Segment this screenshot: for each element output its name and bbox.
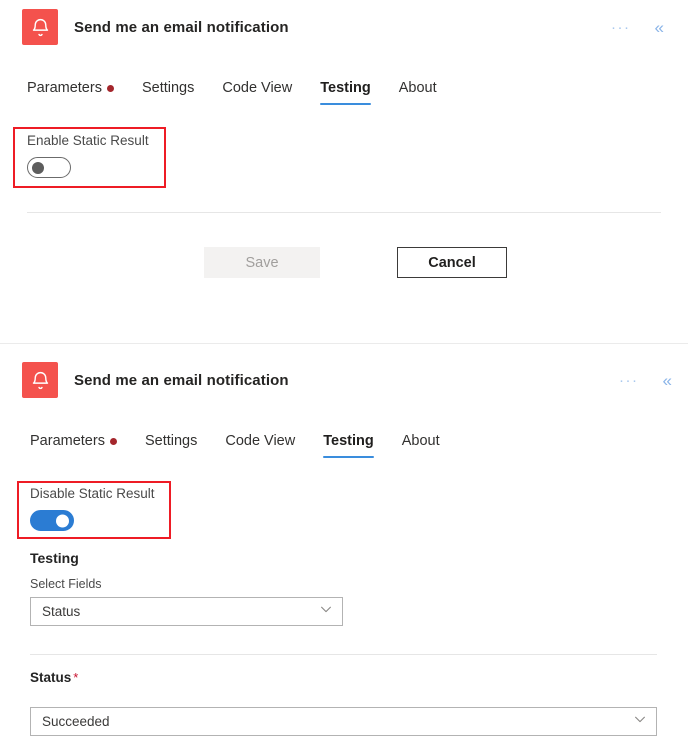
tab-settings[interactable]: Settings: [145, 433, 197, 458]
tab-code-view[interactable]: Code View: [225, 433, 295, 458]
chevron-down-icon: [319, 602, 333, 621]
tab-settings[interactable]: Settings: [142, 80, 194, 105]
panel-header-top: Send me an email notification ··· «: [22, 5, 666, 49]
static-result-block-bottom: Disable Static Result: [30, 486, 155, 531]
tab-code-view-label: Code View: [225, 433, 296, 449]
tab-settings-label: Settings: [144, 433, 198, 449]
status-field-label-group: Status *: [30, 670, 78, 685]
required-asterisk: *: [73, 670, 79, 685]
static-result-toggle[interactable]: [30, 510, 74, 531]
tab-parameters-dot-icon: [106, 84, 114, 92]
tab-testing-label: Testing: [323, 433, 374, 449]
status-dropdown[interactable]: Succeeded: [30, 707, 657, 736]
tab-testing[interactable]: Testing: [320, 80, 372, 105]
panel-separator: [0, 343, 688, 344]
testing-section-heading: Testing: [30, 550, 79, 566]
select-fields-label: Select Fields: [30, 577, 102, 591]
static-result-toggle[interactable]: [27, 157, 71, 178]
tab-parameters-label: Parameters: [30, 433, 105, 449]
tab-parameters-label: Parameters: [27, 80, 102, 96]
toggle-knob: [56, 514, 69, 527]
bell-icon: [22, 362, 58, 398]
header-actions-top: ··· «: [607, 17, 666, 38]
panel-header-bottom: Send me an email notification ··· «: [22, 358, 674, 402]
tab-parameters-dot-icon: [109, 437, 117, 445]
bell-icon: [22, 9, 58, 45]
chevron-down-icon: [633, 712, 647, 731]
tab-bar-bottom: Parameters Settings Code View Testing Ab…: [30, 433, 440, 458]
save-button[interactable]: Save: [204, 247, 320, 278]
more-options-icon[interactable]: ···: [615, 371, 643, 390]
tab-about[interactable]: About: [399, 80, 437, 105]
tab-parameters[interactable]: Parameters: [27, 80, 114, 105]
tab-about-label: About: [398, 80, 437, 96]
action-button-row: Save Cancel: [204, 247, 507, 278]
tab-testing[interactable]: Testing: [323, 433, 375, 458]
panel-title: Send me an email notification: [74, 371, 289, 389]
tab-bar-top: Parameters Settings Code View Testing Ab…: [27, 80, 437, 105]
static-result-label: Disable Static Result: [30, 486, 155, 501]
tab-code-view-label: Code View: [222, 80, 293, 96]
cancel-button[interactable]: Cancel: [397, 247, 507, 278]
section-divider-top: [27, 212, 661, 213]
collapse-chevron-icon[interactable]: «: [661, 370, 674, 391]
tab-settings-label: Settings: [141, 80, 195, 96]
tab-code-view[interactable]: Code View: [222, 80, 292, 105]
collapse-chevron-icon[interactable]: «: [653, 17, 666, 38]
status-label: Status: [30, 670, 72, 685]
toggle-knob: [32, 161, 44, 174]
section-divider-bottom: [30, 654, 657, 655]
tab-about-label: About: [401, 433, 440, 449]
status-value: Succeeded: [42, 714, 110, 729]
tab-about[interactable]: About: [402, 433, 440, 458]
select-fields-dropdown[interactable]: Status: [30, 597, 343, 626]
static-result-block-top: Enable Static Result: [27, 133, 149, 178]
panel-title: Send me an email notification: [74, 18, 289, 36]
header-actions-bottom: ··· «: [615, 370, 674, 391]
static-result-label: Enable Static Result: [27, 133, 149, 148]
tab-testing-label: Testing: [320, 80, 371, 96]
tab-parameters[interactable]: Parameters: [30, 433, 117, 458]
more-options-icon[interactable]: ···: [607, 18, 635, 37]
select-fields-value: Status: [42, 604, 81, 619]
